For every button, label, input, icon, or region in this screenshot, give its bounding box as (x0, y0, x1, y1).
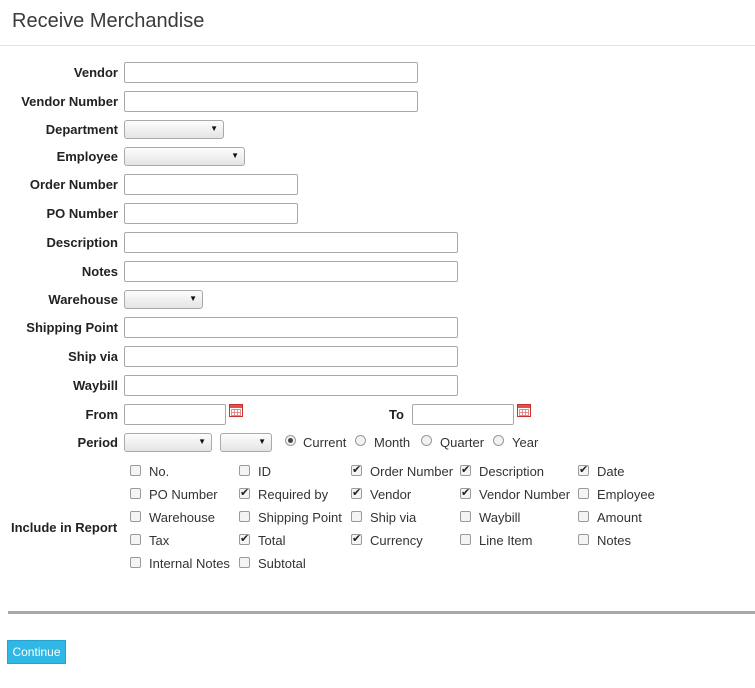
report-checkbox[interactable] (351, 511, 362, 522)
po-number-label: PO Number (46, 206, 118, 221)
report-checkbox[interactable]: ✔ (351, 465, 362, 476)
report-checkbox[interactable]: ✔ (351, 534, 362, 545)
report-checkbox-label: Waybill (479, 510, 521, 525)
order-number-label: Order Number (29, 177, 118, 192)
report-checkbox-label: Order Number (370, 464, 454, 479)
period-radio-month[interactable] (355, 435, 366, 446)
report-checkbox[interactable] (130, 465, 141, 476)
report-checkbox-label: ID (258, 464, 271, 479)
report-checkbox-label: No. (149, 464, 170, 479)
vendor-number-input[interactable] (124, 91, 418, 112)
notes-input[interactable] (124, 261, 458, 282)
report-checkbox-label: Total (258, 533, 286, 548)
chevron-down-icon: ▼ (210, 124, 218, 133)
title-divider (0, 45, 755, 46)
period-radio-quarter[interactable] (421, 435, 432, 446)
report-checkbox-label: Employee (597, 487, 655, 502)
shipping-point-label: Shipping Point (26, 320, 118, 335)
report-checkbox-label: PO Number (149, 487, 218, 502)
warehouse-select[interactable]: ▼ (124, 290, 203, 309)
report-checkbox-label: Amount (597, 510, 642, 525)
to-date-input[interactable] (412, 404, 514, 425)
report-checkbox-label: Vendor (370, 487, 412, 502)
period-radio-label: Year (512, 435, 539, 450)
employee-label: Employee (56, 149, 118, 164)
period-radio-label: Current (303, 435, 347, 450)
report-checkbox[interactable]: ✔ (460, 465, 471, 476)
report-checkbox[interactable] (460, 534, 471, 545)
report-checkbox-label: Subtotal (258, 556, 306, 571)
page-title: Receive Merchandise (12, 10, 205, 32)
report-checkbox-label: Tax (149, 533, 170, 548)
report-checkbox[interactable]: ✔ (239, 488, 250, 499)
report-checkbox[interactable]: ✔ (578, 465, 589, 476)
warehouse-label: Warehouse (48, 292, 118, 307)
po-number-input[interactable] (124, 203, 298, 224)
report-checkbox-label: Date (597, 464, 625, 479)
description-input[interactable] (124, 232, 458, 253)
vendor-input[interactable] (124, 62, 418, 83)
report-checkbox[interactable] (130, 534, 141, 545)
continue-button[interactable]: Continue (7, 640, 66, 664)
report-checkbox[interactable] (239, 557, 250, 568)
period-label: Period (77, 435, 118, 450)
from-label: From (85, 407, 119, 422)
to-label: To (389, 407, 404, 422)
report-checkbox[interactable] (578, 534, 589, 545)
report-checkbox-label: Description (479, 464, 545, 479)
report-checkbox-label: Warehouse (149, 510, 215, 525)
chevron-down-icon: ▼ (231, 151, 239, 160)
chevron-down-icon: ▼ (189, 294, 197, 303)
footer-divider (8, 611, 755, 614)
shipping-point-input[interactable] (124, 317, 458, 338)
report-checkbox-label: Internal Notes (149, 556, 230, 571)
vendor-label: Vendor (73, 65, 118, 80)
include-in-report-label: Include in Report (11, 520, 118, 535)
ship-via-input[interactable] (124, 346, 458, 367)
employee-select[interactable]: ▼ (124, 147, 245, 166)
period-select-1[interactable]: ▼ (124, 433, 212, 452)
department-select[interactable]: ▼ (124, 120, 224, 139)
report-checkbox-label: Line Item (479, 533, 533, 548)
vendor-number-label: Vendor Number (21, 94, 118, 109)
report-checkbox[interactable] (578, 511, 589, 522)
report-checkbox-label: Ship via (370, 510, 417, 525)
report-checkbox-label: Vendor Number (479, 487, 571, 502)
report-checkbox[interactable] (239, 511, 250, 522)
report-checkbox[interactable] (130, 488, 141, 499)
chevron-down-icon: ▼ (258, 437, 266, 446)
report-checkbox-label: Currency (370, 533, 423, 548)
period-radio-current[interactable] (285, 435, 296, 446)
description-label: Description (46, 235, 118, 250)
calendar-icon[interactable] (517, 404, 531, 417)
ship-via-label: Ship via (68, 349, 118, 364)
report-checkbox[interactable] (239, 465, 250, 476)
period-radio-label: Quarter (440, 435, 485, 450)
report-checkbox-label: Required by (258, 487, 329, 502)
report-checkbox[interactable]: ✔ (239, 534, 250, 545)
waybill-label: Waybill (72, 378, 118, 393)
period-radio-label: Month (374, 435, 411, 450)
period-radio-year[interactable] (493, 435, 504, 446)
report-checkbox[interactable]: ✔ (351, 488, 362, 499)
department-label: Department (45, 122, 118, 137)
report-checkbox[interactable]: ✔ (460, 488, 471, 499)
report-checkbox-label: Notes (597, 533, 631, 548)
report-checkbox[interactable] (460, 511, 471, 522)
from-date-input[interactable] (124, 404, 226, 425)
period-select-2[interactable]: ▼ (220, 433, 272, 452)
report-checkbox[interactable] (130, 511, 141, 522)
notes-label: Notes (81, 264, 118, 279)
chevron-down-icon: ▼ (198, 437, 206, 446)
report-checkbox[interactable] (130, 557, 141, 568)
waybill-input[interactable] (124, 375, 458, 396)
order-number-input[interactable] (124, 174, 298, 195)
report-checkbox[interactable] (578, 488, 589, 499)
calendar-icon[interactable] (229, 404, 243, 417)
report-checkbox-label: Shipping Point (258, 510, 342, 525)
